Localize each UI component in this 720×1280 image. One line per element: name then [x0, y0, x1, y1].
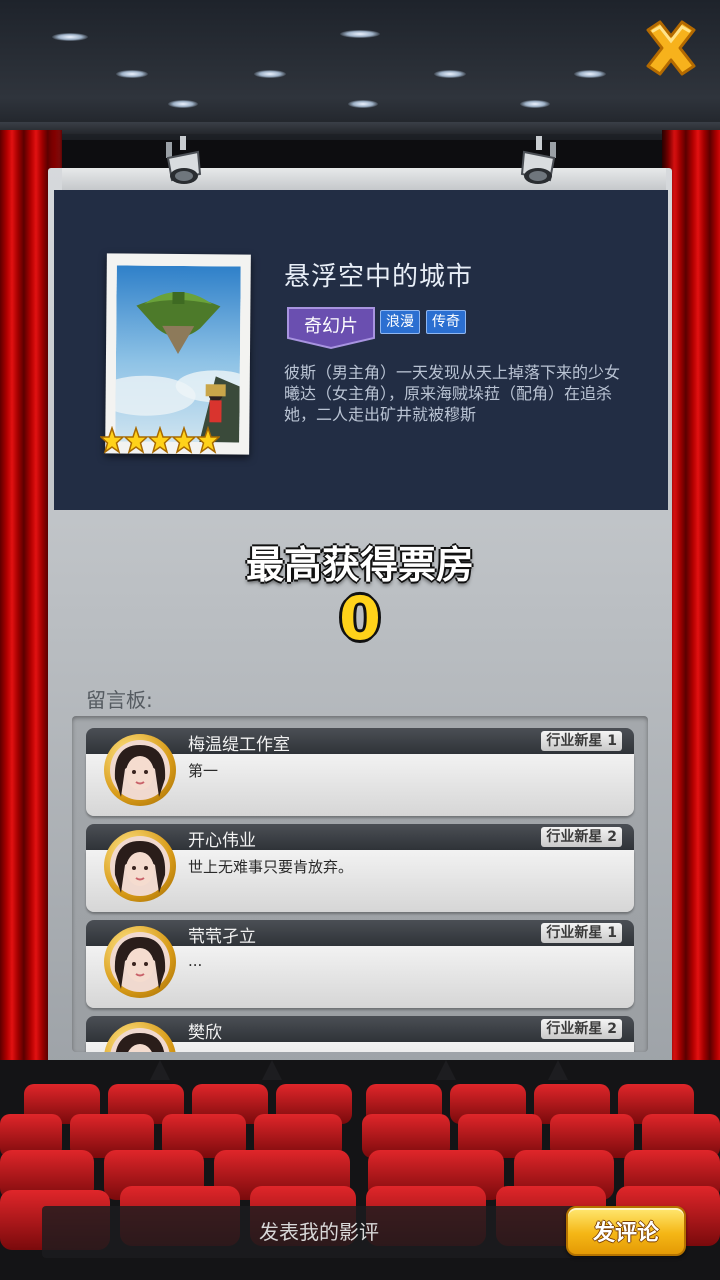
comment-author: 开心伟业 [188, 831, 256, 851]
ceiling-light [168, 100, 198, 108]
comment-author: 樊欣 [188, 1023, 222, 1043]
genre-tag: 传奇 [426, 310, 466, 334]
comment-item[interactable]: 梅温缇工作室 行业新星 1 第一 [86, 728, 634, 816]
rating-stars [100, 426, 220, 460]
comment-rank-badge: 行业新星 2 [541, 1019, 622, 1039]
avatar[interactable] [104, 1022, 176, 1052]
poster-image [115, 265, 241, 443]
genre-main-label: 奇幻片 [304, 316, 358, 337]
avatar[interactable] [104, 830, 176, 902]
comment-text: 第一 [188, 762, 219, 780]
ceiling-light [254, 70, 286, 78]
ceiling-light [574, 70, 606, 78]
submit-review-button[interactable]: 发评论 [566, 1206, 686, 1256]
star-icon [172, 426, 196, 454]
comment-item[interactable]: 茕茕孑立 行业新星 1 ... [86, 920, 634, 1008]
movie-title: 悬浮空中的城市 [284, 262, 474, 292]
star-icon [148, 426, 172, 454]
comment-text: ... [188, 952, 203, 970]
avatar[interactable] [104, 734, 176, 806]
ceiling-light [348, 100, 378, 108]
comment-rank-badge: 行业新星 1 [541, 731, 622, 751]
comment-text: 世上无难事只要肯放弃。 [188, 858, 354, 876]
ceiling-light [116, 70, 148, 78]
comment-author: 茕茕孑立 [188, 927, 256, 947]
ceiling-light [520, 100, 550, 108]
review-input[interactable] [84, 1212, 554, 1252]
star-icon [196, 426, 220, 454]
star-icon [100, 426, 124, 454]
comment-item[interactable]: 开心伟业 行业新星 2 世上无难事只要肯放弃。 [86, 824, 634, 912]
ceiling-light [434, 70, 466, 78]
box-office-label: 最高获得票房 [245, 543, 474, 587]
message-board[interactable]: 梅温缇工作室 行业新星 1 第一 开心伟业 行业新星 2 世上无难事只要肯放弃。… [72, 716, 648, 1052]
spotlight-icon [520, 136, 556, 184]
avatar[interactable] [104, 926, 176, 998]
ceiling-light [52, 33, 88, 41]
genre-tag: 浪漫 [380, 310, 420, 334]
movie-poster [105, 253, 251, 455]
movie-synopsis: 彼斯（男主角）一天发现从天上掉落下来的少女曦达（女主角），原来海贼垛菈（配角）在… [284, 363, 621, 424]
comment-rank-badge: 行业新星 1 [541, 923, 622, 943]
close-icon[interactable] [640, 18, 702, 78]
comment-item[interactable]: 樊欣 行业新星 2 [86, 1016, 634, 1052]
box-office-value: 0 [339, 584, 381, 654]
comment-rank-badge: 行业新星 2 [541, 827, 622, 847]
comment-author: 梅温缇工作室 [188, 735, 290, 755]
ceiling-beam [0, 122, 720, 134]
message-board-label: 留言板: [86, 688, 153, 712]
spotlight-icon [166, 136, 202, 184]
theater-ceiling [0, 0, 720, 140]
screen-top-band [62, 168, 666, 190]
ceiling-light [340, 30, 380, 38]
genre-main-badge: 奇幻片 [286, 306, 376, 350]
star-icon [124, 426, 148, 454]
